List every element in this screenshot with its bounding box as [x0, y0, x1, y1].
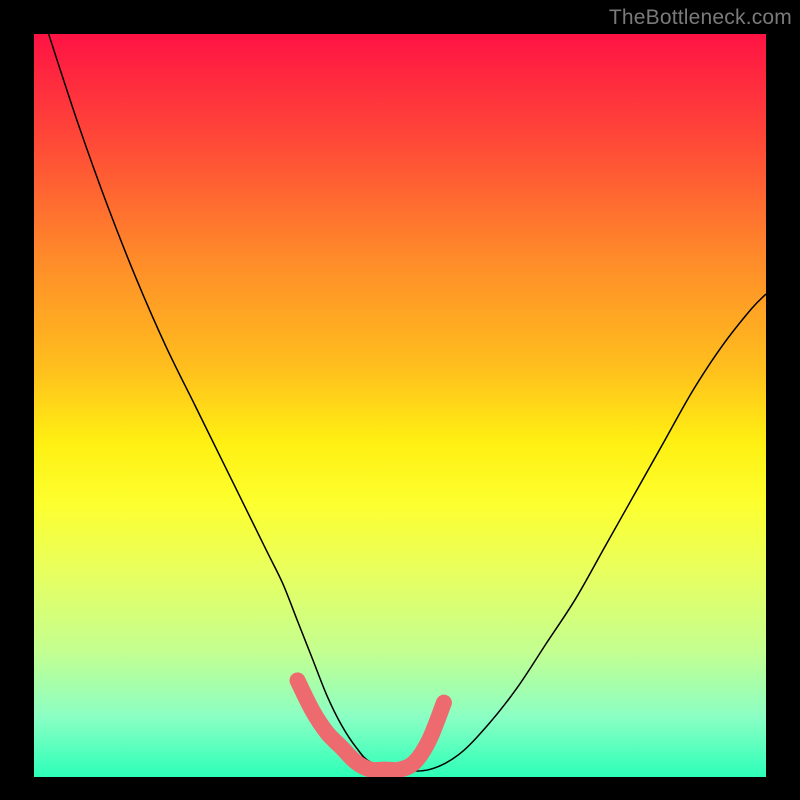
curve-main	[49, 34, 766, 771]
chart-svg	[34, 34, 766, 777]
curve-highlight	[298, 680, 444, 770]
chart-frame: TheBottleneck.com	[0, 0, 800, 800]
watermark-text: TheBottleneck.com	[609, 6, 792, 30]
plot-area	[34, 34, 766, 777]
highlight-curve	[298, 680, 444, 770]
bottleneck-curve	[49, 34, 766, 771]
